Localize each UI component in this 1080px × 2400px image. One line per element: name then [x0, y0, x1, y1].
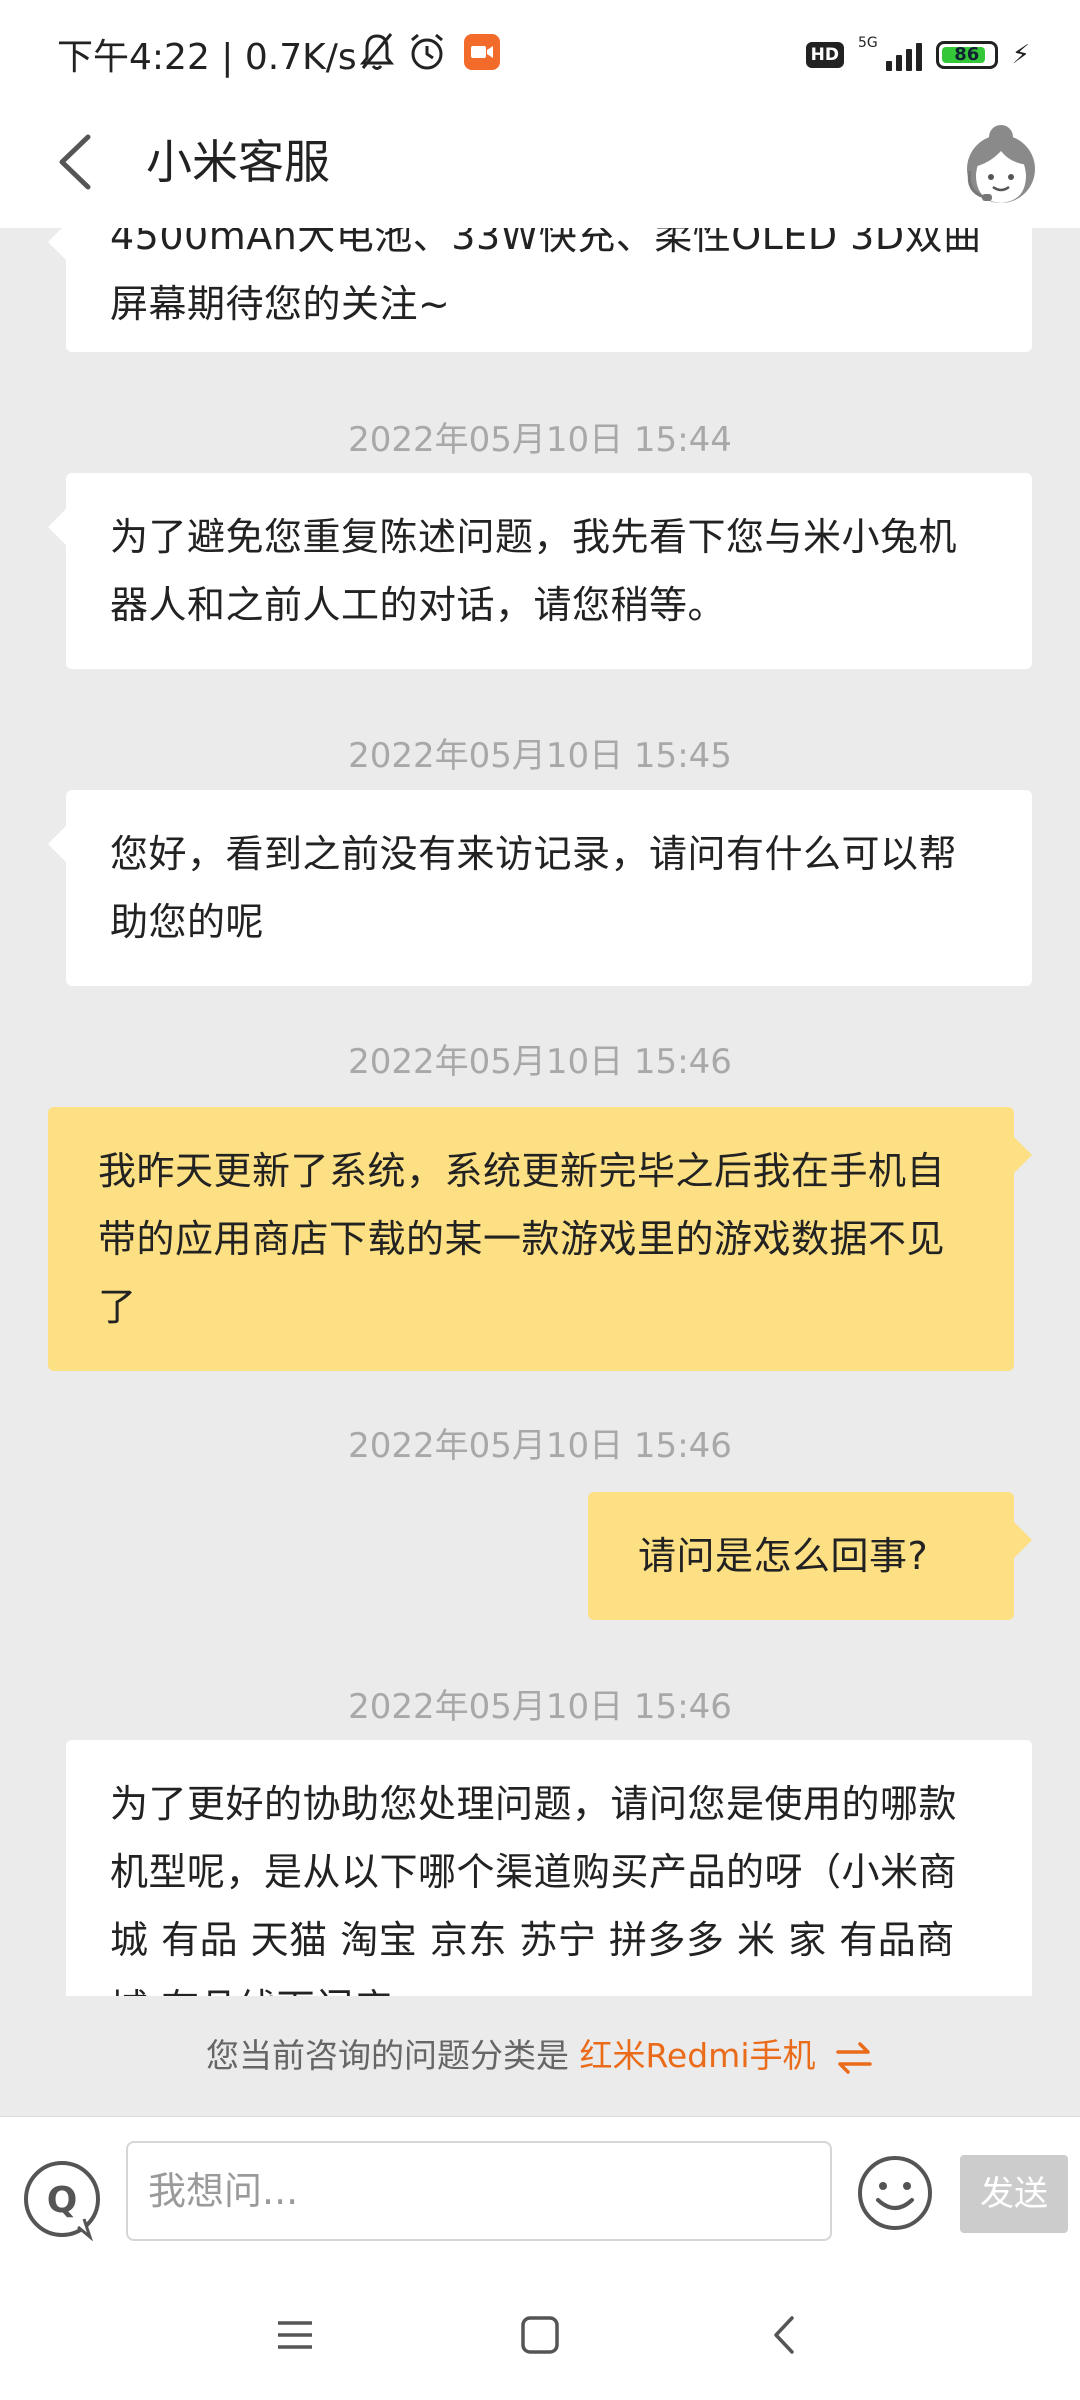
svg-text:Q: Q [47, 2180, 78, 2221]
message-input[interactable] [126, 2141, 832, 2241]
back-icon[interactable] [762, 2312, 808, 2358]
category-value[interactable]: 红米Redmi手机 [579, 2036, 815, 2075]
alarm-icon [411, 33, 443, 70]
screen-record-icon [464, 34, 500, 70]
system-nav-bar [0, 2268, 1080, 2400]
message-timestamp: 2022年05月10日 15:46 [348, 1426, 732, 1466]
header: 小米客服 [0, 105, 1080, 228]
send-button[interactable]: 发送 [960, 2155, 1068, 2233]
message-bubble-incoming: 为了更好的协助您处理问题，请问您是使用的哪款机型呢，是从以下哪个渠道购买产品的呀… [66, 1740, 1032, 1996]
input-bar: Q 发送 [0, 2116, 1080, 2269]
faq-question-icon[interactable]: Q [20, 2157, 104, 2241]
message-bubble-incoming: 为了避免您重复陈述问题，我先看下您与米小兔机器人和之前人工的对话，请您稍等。 [48, 473, 1032, 669]
message-bubble-outgoing: 请问是怎么回事? [588, 1492, 1032, 1620]
message-bubble-incoming: 您好，看到之前没有来访记录，请问有什么可以帮助您的呢 [48, 790, 1032, 986]
category-prefix: 您当前咨询的问题分类是 [205, 2036, 569, 2075]
switch-category-icon[interactable] [834, 2038, 874, 2078]
message-timestamp: 2022年05月10日 15:46 [348, 1042, 732, 1082]
message-timestamp: 2022年05月10日 15:45 [348, 736, 732, 776]
agent-avatar-icon[interactable] [960, 115, 1042, 215]
home-square-icon[interactable] [517, 2312, 563, 2358]
menu-icon[interactable] [272, 2312, 318, 2358]
charging-icon: ⚡ [1011, 40, 1030, 70]
status-bar: 下午4:22 | 0.7K/s HD 5G 86 ⚡ [0, 0, 1080, 105]
signal-icon [885, 39, 922, 71]
emoji-icon[interactable] [856, 2154, 934, 2232]
battery-level: 86 [954, 44, 980, 65]
message-timestamp: 2022年05月10日 15:46 [348, 1687, 732, 1727]
status-icons: HD 5G 86 ⚡ [805, 30, 1030, 80]
page-title: 小米客服 [146, 135, 330, 189]
back-arrow-icon[interactable] [50, 127, 110, 197]
battery-icon: 86 [935, 41, 998, 69]
hd-badge: HD [805, 42, 844, 68]
message-bubble-incoming: 4500mAh大电池、33W快充、柔性OLED 3D双曲屏幕期待您的关注~ [48, 228, 1032, 352]
mute-bell-icon [360, 33, 394, 70]
status-time-speed: 下午4:22 | 0.7K/s [57, 37, 357, 78]
message-timestamp: 2022年05月10日 15:44 [348, 420, 732, 460]
message-bubble-outgoing: 我昨天更新了系统，系统更新完毕之后我在手机自带的应用商店下载的某一款游戏里的游戏… [48, 1107, 1032, 1371]
chat-area[interactable]: 4500mAh大电池、33W快充、柔性OLED 3D双曲屏幕期待您的关注~ 20… [0, 228, 1080, 1996]
network-type: 5G [857, 35, 878, 51]
category-bar[interactable]: 您当前咨询的问题分类是 红米Redmi手机 [0, 1996, 1080, 2116]
